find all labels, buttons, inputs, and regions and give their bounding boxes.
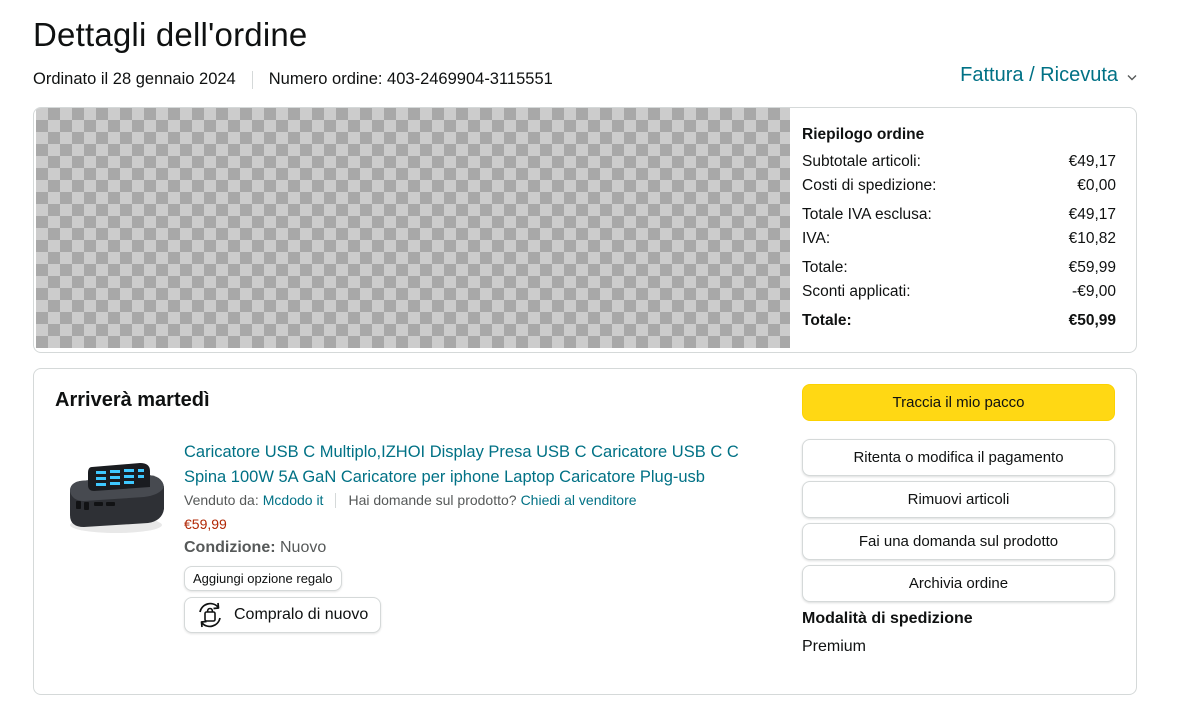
summary-label: Totale IVA esclusa: [802, 206, 932, 223]
shipping-mode-label: Modalità di spedizione [802, 610, 973, 627]
redacted-address-area [36, 108, 790, 348]
product-image[interactable] [64, 455, 168, 539]
summary-row-shipping: Costi di spedizione: €0,00 [802, 174, 1116, 198]
question-label: Hai domande sul prodotto? [348, 492, 517, 508]
summary-value: €59,99 [1068, 259, 1116, 276]
buy-again-button[interactable]: Compralo di nuovo [184, 597, 381, 633]
remove-items-button[interactable]: Rimuovi articoli [802, 481, 1115, 518]
condition-label: Condizione: [184, 539, 276, 556]
track-package-button[interactable]: Traccia il mio pacco [802, 384, 1115, 421]
summary-row-vat: IVA: €10,82 [802, 227, 1116, 251]
summary-label: IVA: [802, 230, 831, 247]
order-meta: Ordinato il 28 gennaio 2024 Numero ordin… [33, 70, 553, 89]
chevron-down-icon[interactable] [1127, 70, 1137, 84]
summary-row-total: Totale: €59,99 [802, 256, 1116, 280]
buy-again-icon [199, 602, 221, 628]
seller-row: Venduto da: Mcdodo it Hai domande sul pr… [184, 492, 637, 508]
buy-again-label[interactable]: Compralo di nuovo [234, 606, 368, 624]
order-summary: Riepilogo ordine Subtotale articoli: €49… [802, 126, 1116, 333]
summary-title: Riepilogo ordine [802, 126, 925, 143]
summary-row-subtotal: Subtotale articoli: €49,17 [802, 150, 1116, 174]
order-date: Ordinato il 28 gennaio 2024 [33, 70, 236, 88]
sold-by-label: Venduto da: [184, 492, 259, 508]
summary-label: Sconti applicati: [802, 283, 911, 300]
summary-value: €10,82 [1068, 230, 1116, 247]
summary-label: Totale: [802, 312, 852, 329]
summary-value: €49,17 [1068, 153, 1116, 170]
shipping-mode-value: Premium [802, 638, 867, 655]
summary-label: Totale: [802, 259, 848, 276]
order-number: Numero ordine: 403-2469904-3115551 [268, 70, 553, 88]
summary-label: Costi di spedizione: [802, 177, 937, 194]
product-condition: Condizione: Nuovo [184, 539, 326, 557]
order-summary-card: Riepilogo ordine Subtotale articoli: €49… [33, 107, 1137, 353]
arrival-heading: Arriverà martedì [55, 389, 210, 411]
summary-row-net-total: Totale IVA esclusa: €49,17 [802, 203, 1116, 227]
meta-divider [251, 70, 253, 89]
ask-seller-link[interactable]: Chiedi al venditore [521, 492, 637, 508]
seller-link[interactable]: Mcdodo it [263, 492, 324, 508]
summary-row-grand-total: Totale: €50,99 [802, 309, 1116, 333]
seller-divider [335, 492, 337, 508]
shipment-card: Arriverà martedì Caricatore USB C Multip… [33, 368, 1137, 695]
summary-label: Subtotale articoli: [802, 153, 921, 170]
retry-payment-button[interactable]: Ritenta o modifica il pagamento [802, 439, 1115, 476]
add-gift-option-button[interactable]: Aggiungi opzione regalo [184, 566, 342, 591]
summary-value: €0,00 [1077, 177, 1116, 194]
shipment-actions: Traccia il mio pacco Ritenta o modifica … [802, 384, 1116, 656]
summary-value: €50,99 [1068, 312, 1116, 329]
product-title-link[interactable]: Caricatore USB C Multiplo,IZHOI Display … [184, 440, 754, 490]
ask-product-question-button[interactable]: Fai una domanda sul prodotto [802, 523, 1115, 560]
summary-value: -€9,00 [1072, 283, 1116, 300]
page-title: Dettagli dell'ordine [33, 16, 308, 53]
summary-row-discounts: Sconti applicati: -€9,00 [802, 280, 1116, 304]
summary-value: €49,17 [1068, 206, 1116, 223]
condition-value: Nuovo [280, 539, 327, 556]
invoice-link-label[interactable]: Fattura / Ricevuta [960, 64, 1118, 87]
archive-order-button[interactable]: Archivia ordine [802, 565, 1115, 602]
product-price: €59,99 [184, 516, 227, 532]
invoice-dropdown[interactable]: Fattura / Ricevuta [960, 64, 1137, 87]
